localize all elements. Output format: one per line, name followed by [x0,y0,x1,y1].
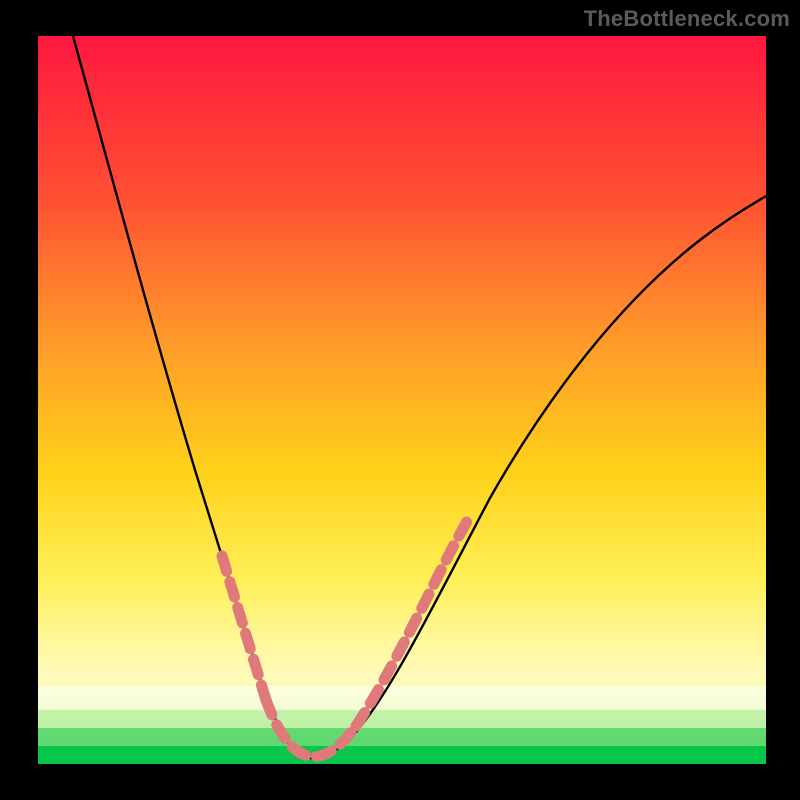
chart-stage: TheBottleneck.com [0,0,800,800]
lightgreen-band [38,710,766,728]
bottleneck-chart [0,0,800,800]
watermark-text: TheBottleneck.com [584,6,790,32]
cream-band [38,686,766,710]
green-band [38,728,766,746]
deepgreen-band [38,746,766,764]
